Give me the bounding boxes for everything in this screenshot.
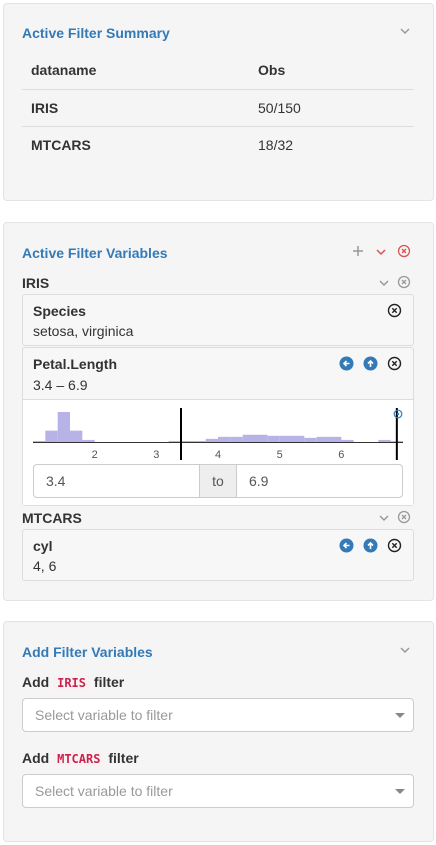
column-header-obs: Obs	[258, 62, 286, 78]
add-filter-panel: Add Filter Variables Add IRIS filter Sel…	[3, 621, 434, 842]
caret-down-icon	[395, 713, 405, 718]
obs-cell: 50/150	[258, 100, 301, 116]
tick-label: 4	[215, 449, 221, 461]
histogram-bar	[33, 440, 46, 442]
column-header-dataname: dataname	[31, 62, 97, 78]
histogram-bar	[242, 434, 255, 442]
range-from-input[interactable]: 3.4	[33, 464, 200, 498]
dataname-cell: IRIS	[31, 100, 59, 116]
select-variable-mtcars[interactable]: Select variable to filter	[22, 774, 414, 808]
variable-name: cyl	[33, 538, 53, 554]
remove-group-icon[interactable]	[397, 275, 412, 290]
remove-group-icon[interactable]	[397, 510, 412, 525]
add-filter-title: Add Filter Variables	[22, 644, 153, 660]
chevron-down-icon[interactable]	[378, 511, 393, 526]
dataset-code: IRIS	[53, 675, 91, 691]
range-histogram-chart[interactable]: 2 3 4 5 6	[23, 400, 413, 464]
remove-all-icon[interactable]	[397, 244, 412, 259]
add-prefix: Add	[22, 674, 50, 690]
arrow-left-circle-icon[interactable]	[339, 538, 354, 553]
add-suffix: filter	[108, 750, 139, 766]
histogram-bar	[378, 439, 391, 442]
plus-icon[interactable]	[351, 244, 366, 259]
chevron-down-icon[interactable]	[399, 25, 413, 39]
caret-down-icon	[395, 789, 405, 794]
histogram-area: 2 3 4 5 6 3.4 to 6.9	[23, 399, 413, 505]
histogram-bar	[230, 436, 243, 442]
range-to-label: to	[199, 464, 237, 498]
range-to-input[interactable]: 6.9	[236, 464, 403, 498]
summary-title: Active Filter Summary	[22, 25, 170, 41]
variable-value: 3.4 – 6.9	[33, 377, 88, 393]
table-row: MTCARS 18/32	[22, 126, 414, 163]
histogram-bar	[45, 430, 58, 442]
histogram-bar	[255, 434, 268, 442]
histogram-bar	[168, 440, 181, 442]
select-placeholder: Select variable to filter	[35, 707, 173, 723]
arrow-left-circle-icon[interactable]	[339, 356, 354, 371]
arrow-up-circle-icon[interactable]	[363, 356, 378, 371]
histogram-bar	[292, 435, 305, 442]
dataset-code: MTCARS	[53, 751, 105, 767]
filter-summary-panel: Active Filter Summary dataname Obs IRIS …	[3, 3, 434, 201]
summary-table: dataname Obs IRIS 50/150 MTCARS 18/32	[22, 52, 414, 163]
variable-value: setosa, virginica	[33, 323, 134, 339]
histogram-bar	[329, 436, 342, 442]
histogram-bar	[193, 440, 206, 442]
tick-label: 5	[277, 449, 283, 461]
variable-name: Petal.Length	[33, 356, 118, 372]
table-header-row: dataname Obs	[22, 52, 414, 89]
group-title-mtcars: MTCARS	[22, 510, 82, 526]
filter-card-cyl: cyl 4, 6	[22, 529, 414, 581]
reset-range-icon[interactable]	[393, 406, 403, 419]
add-prefix: Add	[22, 750, 50, 766]
group-title-iris: IRIS	[22, 275, 50, 291]
add-filter-label-mtcars: Add MTCARS filter	[22, 750, 139, 767]
chevron-down-icon[interactable]	[375, 245, 390, 260]
histogram-bar	[181, 440, 194, 442]
histogram-bar	[304, 437, 317, 442]
add-suffix: filter	[93, 674, 125, 690]
table-row: IRIS 50/150	[22, 89, 414, 126]
histogram-bar	[341, 439, 354, 442]
histogram-bar	[70, 430, 83, 442]
histogram-bar	[57, 412, 70, 442]
chevron-down-icon[interactable]	[399, 644, 413, 658]
arrow-up-circle-icon[interactable]	[363, 538, 378, 553]
active-filter-panel: Active Filter Variables IRIS Species set…	[3, 222, 434, 601]
histogram-bar	[316, 436, 329, 442]
histogram-bar	[82, 439, 95, 442]
histogram-bar	[218, 436, 231, 442]
tick-label: 2	[92, 449, 98, 461]
add-filter-label-iris: Add IRIS filter	[22, 674, 125, 691]
filter-card-species: Species setosa, virginica	[22, 294, 414, 346]
histogram-bar	[267, 435, 280, 442]
variable-value: 4, 6	[33, 558, 57, 574]
obs-cell: 18/32	[258, 137, 294, 153]
remove-filter-icon[interactable]	[387, 538, 402, 553]
select-variable-iris[interactable]: Select variable to filter	[22, 698, 414, 732]
histogram-bar	[205, 438, 218, 442]
histogram-bar	[279, 435, 292, 442]
filter-card-petal-length: Petal.Length 3.4 – 6.9 2 3 4 5 6 3.4 to 6.9	[22, 347, 414, 506]
select-placeholder: Select variable to filter	[35, 783, 173, 799]
active-filter-title: Active Filter Variables	[22, 245, 168, 261]
chevron-down-icon[interactable]	[378, 276, 393, 291]
tick-label: 6	[338, 449, 344, 461]
tick-label: 3	[153, 449, 159, 461]
remove-filter-icon[interactable]	[387, 303, 402, 318]
dataname-cell: MTCARS	[31, 137, 91, 153]
range-from-value: 3.4	[46, 473, 66, 489]
range-to-value: 6.9	[249, 473, 269, 489]
variable-name: Species	[33, 303, 86, 319]
remove-filter-icon[interactable]	[387, 356, 402, 371]
